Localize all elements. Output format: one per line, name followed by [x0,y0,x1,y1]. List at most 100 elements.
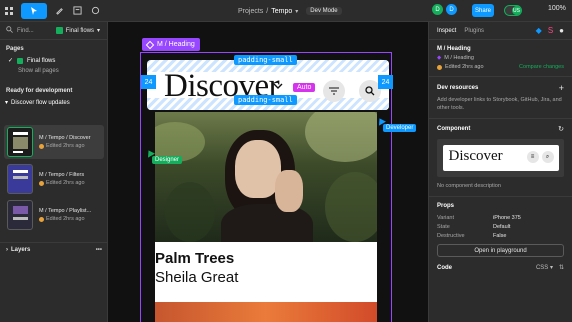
padding-right-label: 24 [378,75,393,89]
page-item-final-flows[interactable]: ✓ Final flows [0,55,107,66]
padding-bottom-label: padding-small [234,95,297,105]
main-menu-icon[interactable] [0,0,18,22]
filter-icon: ≡ [526,151,539,163]
tab-inspect[interactable]: Inspect [437,28,456,34]
compare-changes-link[interactable]: Compare changes [519,64,564,70]
prop-key: Destructive [437,232,465,239]
designer-cursor-label: Designer [152,156,183,164]
padding-left-label: 24 [141,75,156,89]
preview-heading: Discover [448,148,503,164]
move-tool-icon[interactable] [21,2,47,19]
figma-dev-mode-app: Projects / Tempo ▾ Dev Mode D D Share US… [0,0,572,322]
breadcrumb-separator: / [266,7,269,15]
text-tool-icon[interactable] [68,0,86,22]
playlist-card[interactable]: Palm Trees Sheila Great [155,112,377,322]
prop-row: State Default [437,222,564,231]
code-section: Code CSS ▾ ⇅ [437,264,564,272]
auto-layout-badge: Auto [293,83,316,92]
flow-group-header[interactable]: ▾ Discover flow updates [0,97,107,108]
frame-title: M / Tempo / Discover [39,135,91,141]
panel-tabs: Inspect Plugins ◆ S ● [429,22,572,40]
dev-resources-heading: Dev resources [437,85,479,91]
tab-plugins[interactable]: Plugins [464,28,484,34]
chevron-down-icon: ▾ [5,100,9,106]
prop-value: Default [493,223,511,230]
breadcrumb-projects[interactable]: Projects [238,8,263,15]
frame-title: M / Tempo / Filters [39,172,85,178]
dev-resources-text: Add developer links to Storybook, GitHub… [437,97,562,111]
filter-button[interactable] [323,80,345,102]
edited-label: Edited 2hrs ago [445,64,484,70]
card-subtitle: Sheila Great [155,269,239,286]
pen-tool-icon[interactable] [50,0,68,22]
card-image [155,112,377,242]
github-icon[interactable]: ● [559,26,564,35]
prop-row: Variant iPhone 375 [437,213,564,222]
status-icon [39,143,44,149]
dev-mode-toggle[interactable]: US [504,5,522,16]
edit-info: Edited 2hrs ago Compare changes [437,64,564,70]
frame-meta: Edited 2hrs ago [39,215,91,223]
list-item[interactable]: M / Tempo / Discover Edited 2hrs ago [4,125,104,159]
storybook-icon[interactable]: S [548,26,553,35]
list-item[interactable]: M / Tempo / Filters Edited 2hrs ago [4,162,104,196]
add-icon[interactable]: + [559,83,564,93]
filter-icon [329,87,339,95]
search-icon: ⌕ [541,151,554,163]
chevron-down-icon: ▾ [97,28,101,34]
canvas[interactable]: M / Heading Discover Auto padding-small … [108,22,428,322]
frame-meta: Edited 2hrs ago [39,179,85,187]
flow-filter-dropdown[interactable]: Final flows ▾ [55,27,101,34]
component-icon[interactable]: ◆ [536,26,542,35]
open-in-playground-button[interactable]: Open in playground [437,244,564,257]
prop-key: Variant [437,214,455,221]
frame-thumbnail [7,200,33,230]
prop-value: iPhone 375 [493,214,521,221]
component-heading: Component [437,126,471,132]
toolbar: Projects / Tempo ▾ Dev Mode D D Share US… [0,0,572,22]
frame-edited: Edited 2hrs ago [46,216,85,222]
preview-frame: Discover ≡ ⌕ [442,145,559,171]
developer-cursor-label: Developer [383,124,417,132]
code-heading: Code [437,264,452,271]
settings-icon[interactable]: ⇅ [559,264,564,271]
list-item[interactable]: M / Tempo / Playlist... Edited 2hrs ago [4,198,104,232]
component-icon [145,40,155,49]
flow-filter-label: Final flows [65,27,95,34]
search-bar: Find... Final flows ▾ [0,22,107,40]
prop-row: Destructive False [437,231,564,240]
refresh-icon[interactable]: ↻ [558,125,564,133]
show-all-pages-link[interactable]: Show all pages [0,66,107,76]
frame-meta: Edited 2hrs ago [39,142,91,150]
share-button[interactable]: Share [472,4,494,17]
chevron-down-icon[interactable]: ▾ [295,8,298,15]
zoom-level[interactable]: 100% [548,5,566,12]
component-title: M / Heading [437,46,471,52]
avatar[interactable]: D [446,4,457,15]
collaborators: D D [432,4,457,15]
avatar[interactable]: D [432,4,443,15]
component-path: ◆ M / Heading [437,55,564,61]
component-annotation[interactable]: M / Heading [142,38,200,51]
breadcrumb-file[interactable]: Tempo [271,8,292,15]
dev-mode-badge[interactable]: Dev Mode [306,7,342,15]
page-label: Final flows [27,57,56,64]
chevron-right-icon: › [6,246,8,253]
frame-thumbnail [7,164,33,194]
status-icon [437,64,442,70]
prop-value: False [493,232,507,239]
code-language-select[interactable]: CSS ▾ [536,264,553,271]
flow-group-label: Discover flow updates [11,99,70,106]
list-item-text: M / Tempo / Playlist... Edited 2hrs ago [39,207,91,223]
frame-title: M / Tempo / Playlist... [39,208,92,214]
layers-section[interactable]: › Layers ••• [0,242,108,256]
comment-tool-icon[interactable] [86,0,104,22]
chevron-down-icon [273,82,283,92]
more-options-icon[interactable]: ••• [96,247,102,253]
frame-edited: Edited 2hrs ago [46,180,85,186]
search-input[interactable]: Find... [17,28,34,34]
user-avatar: US [512,6,521,15]
flow-icon [55,27,63,34]
flow-icon [17,57,24,64]
pages-heading: Pages [6,46,24,52]
